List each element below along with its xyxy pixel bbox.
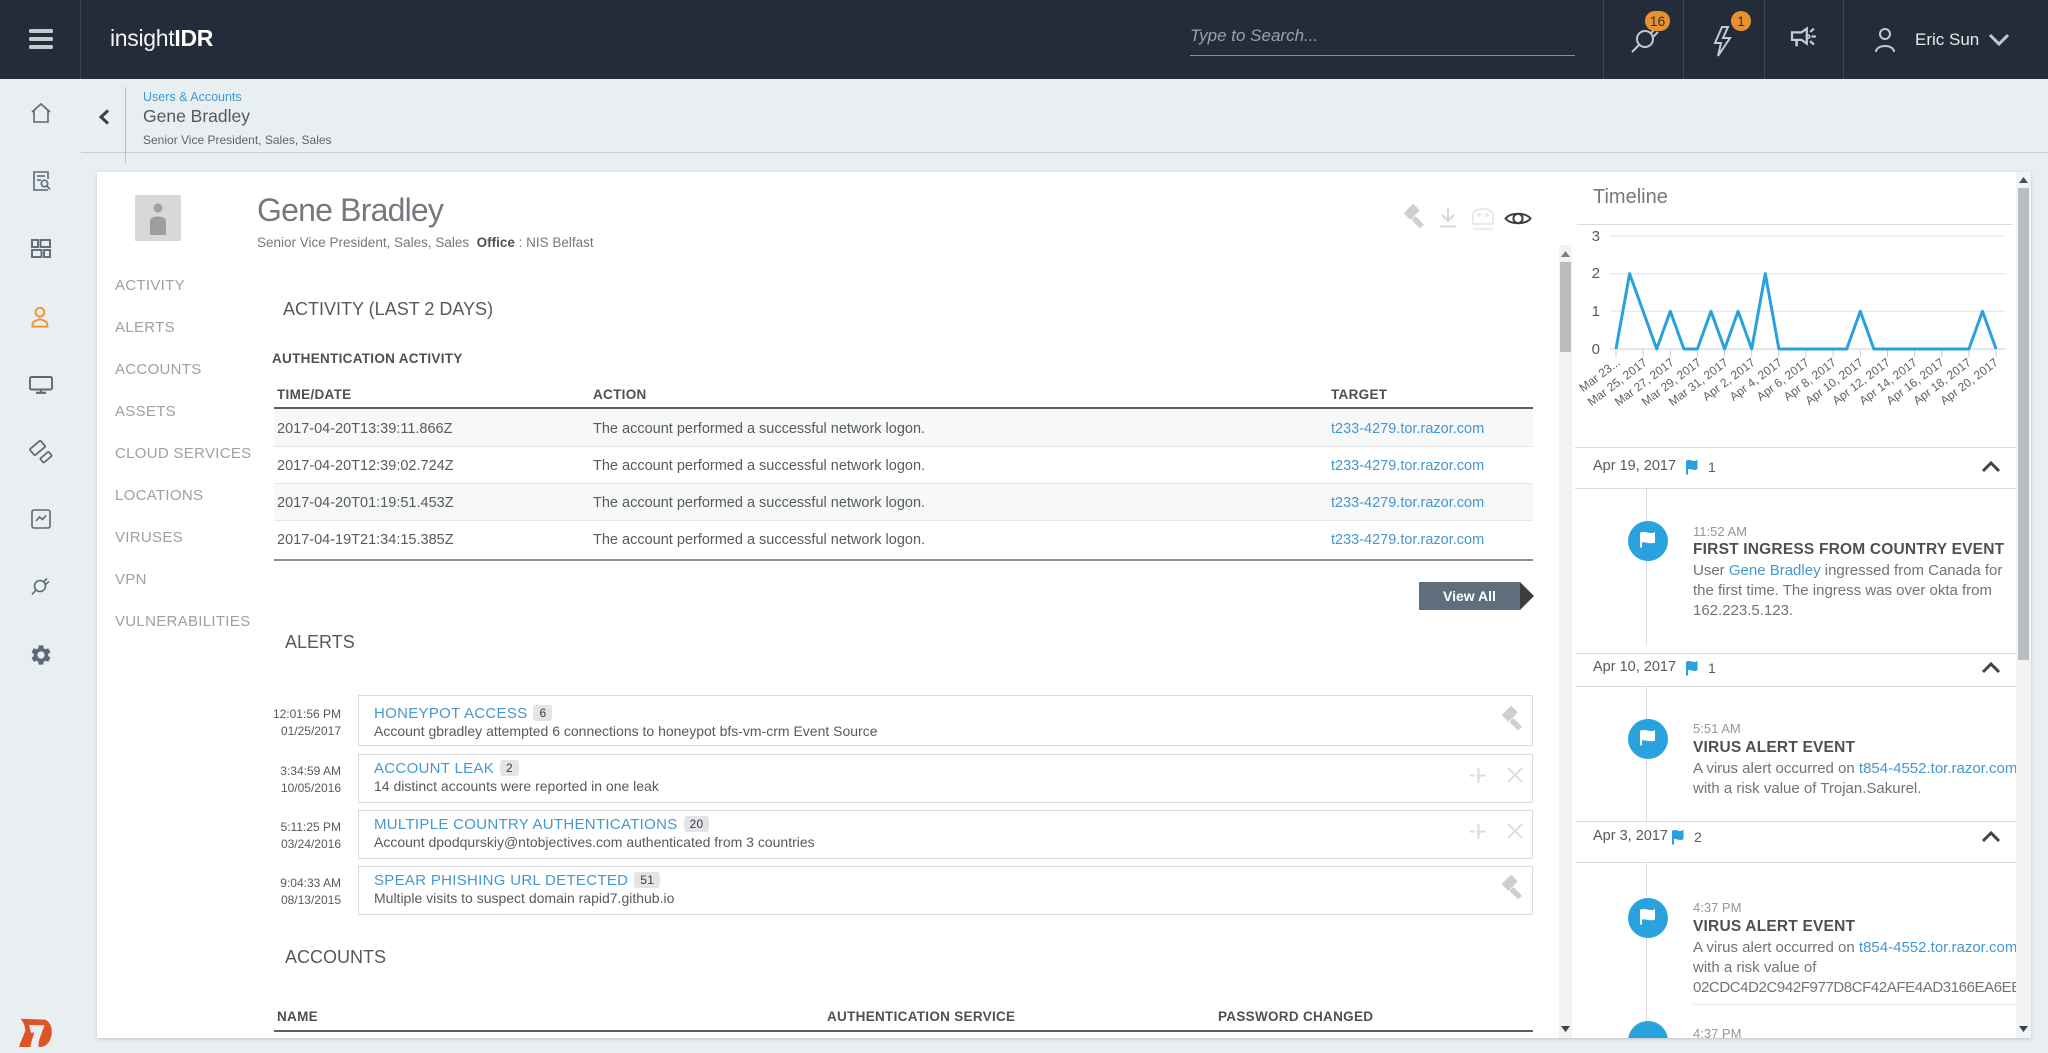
svg-text:0: 0 [1592, 341, 1600, 358]
svg-text:1: 1 [1592, 303, 1600, 320]
svg-text:2: 2 [1592, 265, 1600, 282]
svg-text:3: 3 [1592, 228, 1600, 245]
